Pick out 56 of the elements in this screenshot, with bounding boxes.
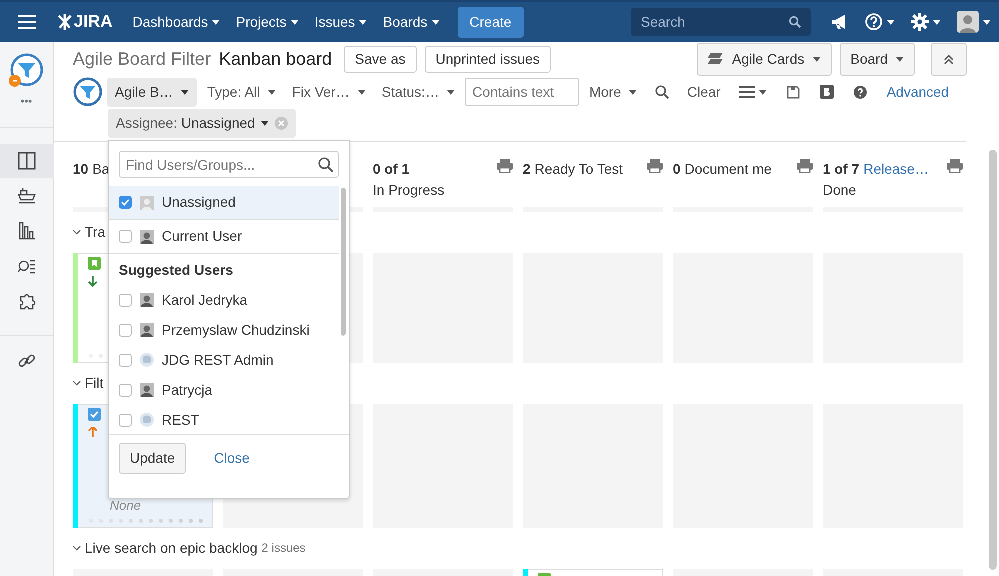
user-option[interactable]: Current User [109,220,339,254]
issue-count: 2 issues [262,540,306,557]
board-name: Kanban board [219,48,332,70]
column-count: 0 [673,160,681,179]
column-name: Ready To Test [534,160,624,179]
user-name: Przemyslaw Chudzinski [162,320,310,340]
board-filter-title: Agile Board Filter [73,48,212,71]
user-option[interactable]: Patrycja [109,375,339,405]
user-name: Unassigned [162,193,236,212]
swimlane-title[interactable]: Tra [85,222,106,242]
header-button[interactable]: Unprinted issues [424,46,552,72]
create-button[interactable]: Create [458,6,524,38]
user-name: JDG REST Admin [162,350,274,370]
more-button[interactable]: ••• [20,94,32,110]
menu-item[interactable]: Projects [236,12,299,32]
column-name: In Progress [373,181,445,200]
header-dropdown-button[interactable]: Board [840,42,915,76]
swimlane-title[interactable]: Live search on epic backlog [85,538,258,558]
filter-dropdown[interactable]: Type: All [201,78,282,106]
filter-dropdown[interactable]: Fix Ver… [286,78,372,106]
release-link[interactable]: Release… [864,159,929,180]
column-name: Document me [684,160,772,179]
user-name: Karol Jedryka [162,290,248,310]
user-name: Patrycja [162,380,213,400]
user-name: REST [162,410,200,430]
user-option[interactable]: Karol Jedryka [109,285,339,315]
filter-dropdown[interactable]: Status:… [376,78,462,106]
column-count: 10 [73,160,89,179]
user-option[interactable]: Przemyslaw Chudzinski [109,315,339,345]
user-option[interactable]: REST [109,405,339,434]
column-count: 0 of 1 [373,160,410,179]
clear-button[interactable]: Clear [681,78,727,106]
user-search-field[interactable]: Find Users/Groups... [119,151,339,178]
header-dropdown-button[interactable]: Agile Cards [697,42,832,76]
user-option[interactable]: JDG REST Admin [109,345,339,375]
logo[interactable]: JIRA [58,9,113,35]
section-heading: Suggested Users [118,261,234,280]
column-count: 2 [523,160,531,179]
menu-item[interactable]: Boards [383,12,440,32]
swimlane-title[interactable]: Filt [85,372,104,394]
menu-item[interactable]: Issues [314,12,368,32]
column-count: 1 of 7 [823,160,860,179]
close-link[interactable]: Close [214,448,250,469]
header-button[interactable]: Save as [344,46,417,72]
filter-dropdown[interactable]: Agile B… [107,78,198,106]
text-filter-field[interactable]: Contains text [465,78,580,106]
update-button[interactable]: Update [119,443,186,474]
advanced-link[interactable]: Advanced [886,82,950,102]
assignee-filter-chip[interactable]: Assignee: Unassigned [108,109,296,138]
column-name: Done [823,181,858,200]
filter-dropdown[interactable]: More [583,78,644,106]
user-option[interactable]: Unassigned [109,186,339,220]
search-field[interactable]: Search [631,8,811,36]
menu-item[interactable]: Dashboards [132,12,220,32]
assignee-none: None [110,496,142,514]
user-name: Current User [162,227,242,246]
